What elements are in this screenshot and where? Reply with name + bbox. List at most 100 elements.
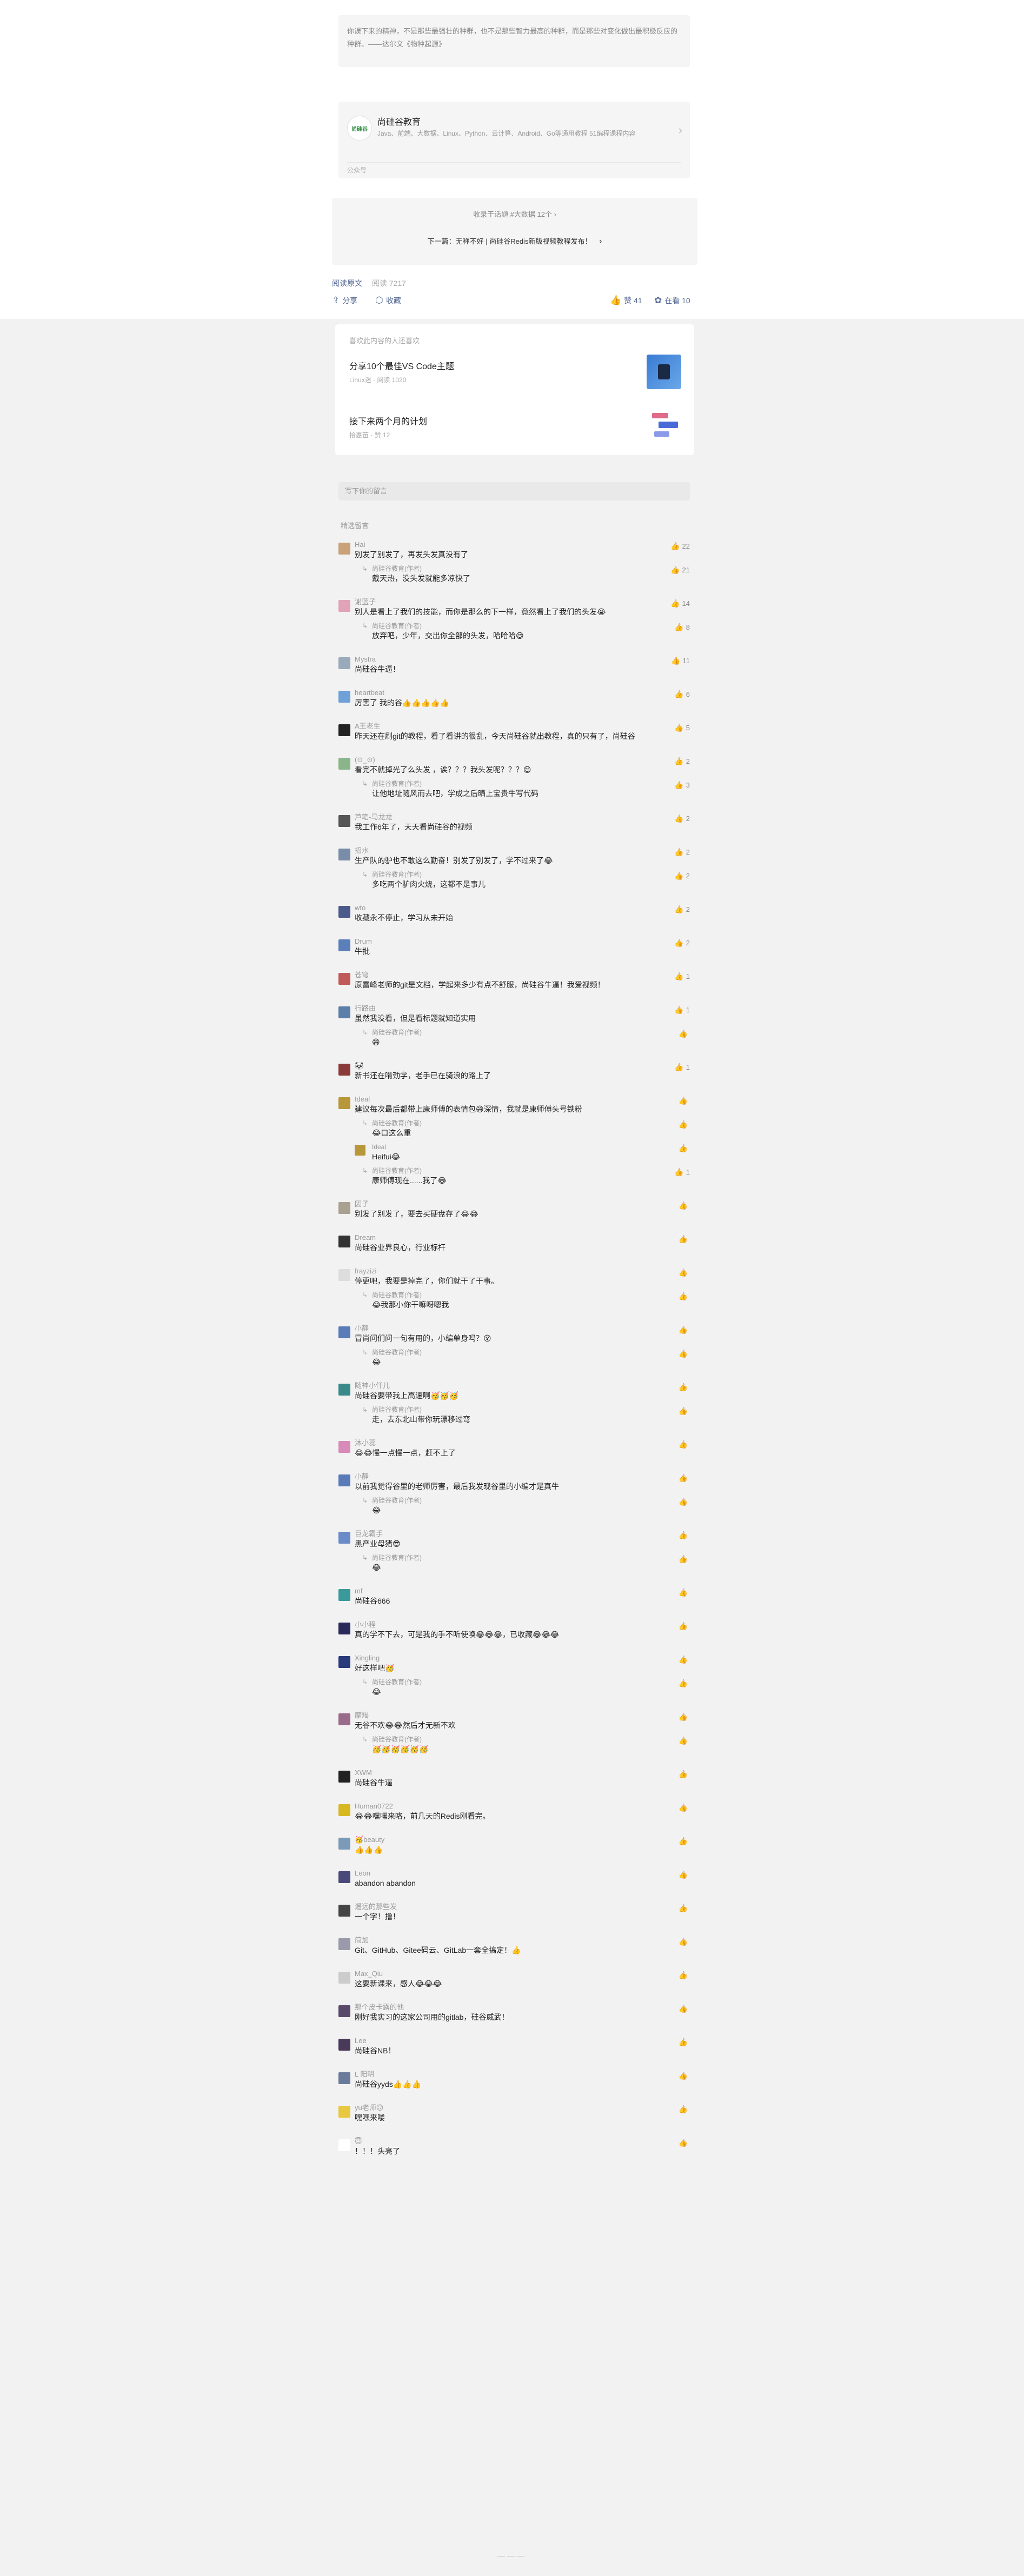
reply-like-button[interactable]: 👍 8: [674, 623, 690, 632]
favorite-button[interactable]: ⬡ 收藏: [375, 295, 401, 306]
avatar[interactable]: [338, 1064, 350, 1076]
comment-author[interactable]: 小静: [355, 1472, 690, 1481]
comment-author[interactable]: wto: [355, 904, 690, 912]
reply-like-button[interactable]: 👍 1: [674, 1167, 690, 1177]
reply-like-button[interactable]: 👍 3: [674, 780, 690, 790]
avatar[interactable]: [338, 1771, 350, 1783]
comment-like-button[interactable]: 👍: [679, 1325, 690, 1334]
comment-author[interactable]: mf: [355, 1587, 690, 1596]
comment-like-button[interactable]: 👍 2: [674, 905, 690, 914]
reply-like-button[interactable]: 👍: [679, 1120, 690, 1129]
avatar[interactable]: [338, 815, 350, 827]
comment-author[interactable]: Dream: [355, 1233, 690, 1242]
avatar[interactable]: [338, 1236, 350, 1247]
comment-like-button[interactable]: 👍: [679, 1588, 690, 1597]
comment-author[interactable]: 简加: [355, 1936, 690, 1945]
comment-author[interactable]: Ideal: [355, 1095, 690, 1104]
comment-like-button[interactable]: 👍: [679, 1096, 690, 1105]
read-original-link[interactable]: 阅读原文: [332, 279, 362, 288]
comment-like-button[interactable]: 👍 1: [674, 1063, 690, 1072]
avatar[interactable]: [338, 2039, 350, 2051]
comment-author[interactable]: 行路由: [355, 1004, 690, 1013]
avatar[interactable]: [338, 1097, 350, 1109]
comment-author[interactable]: 苍穹: [355, 971, 690, 979]
comment-like-button[interactable]: 👍: [679, 1937, 690, 1946]
comment-author[interactable]: Max_Qiu: [355, 1970, 690, 1978]
avatar[interactable]: [338, 1871, 350, 1883]
album-title-link[interactable]: 收录于话题 #大数据 12个 ›: [332, 209, 697, 219]
avatar[interactable]: [338, 543, 350, 555]
reply-like-button[interactable]: 👍: [679, 1497, 690, 1506]
avatar[interactable]: [338, 2072, 350, 2084]
comment-author[interactable]: 招水: [355, 846, 690, 855]
reply-like-button[interactable]: 👍: [679, 1349, 690, 1358]
comment-author[interactable]: Human0722: [355, 1802, 690, 1811]
comment-like-button[interactable]: 👍 1: [674, 972, 690, 981]
comment-author[interactable]: 芦笔-马龙龙: [355, 813, 690, 822]
comment-author[interactable]: 遥远的那些发: [355, 1903, 690, 1911]
comment-author[interactable]: 随神小仟儿: [355, 1382, 690, 1390]
comment-author[interactable]: XWM: [355, 1769, 690, 1777]
comment-like-button[interactable]: 👍: [679, 1473, 690, 1483]
like-button[interactable]: 👍 赞 41: [610, 295, 642, 306]
comment-like-button[interactable]: 👍 1: [674, 1005, 690, 1015]
comment-like-button[interactable]: 👍: [679, 1904, 690, 1913]
comment-author[interactable]: 小静: [355, 1324, 690, 1333]
comment-author[interactable]: Xingling: [355, 1654, 690, 1663]
reply-like-button[interactable]: 👍: [679, 1029, 690, 1038]
comment-like-button[interactable]: 👍: [679, 2004, 690, 2013]
comment-like-button[interactable]: 👍: [679, 1803, 690, 1812]
comment-author[interactable]: 因子: [355, 1200, 690, 1209]
comment-author[interactable]: (⊙_⊙): [355, 756, 690, 764]
comment-author[interactable]: yu老师🙃: [355, 2104, 690, 2112]
comment-author[interactable]: A王老生: [355, 722, 690, 731]
avatar[interactable]: [338, 2139, 350, 2151]
comment-like-button[interactable]: 👍: [679, 1971, 690, 1980]
comment-like-button[interactable]: 👍 6: [674, 690, 690, 699]
avatar[interactable]: [338, 758, 350, 770]
avatar[interactable]: [338, 1623, 350, 1634]
account-card[interactable]: 尚硅谷 尚硅谷教育 Java、前端、大数据、Linux、Python、云计算、A…: [338, 102, 690, 178]
related-item[interactable]: 接下来两个月的计划 拾惠苗 · 赞 12: [349, 410, 681, 452]
comment-like-button[interactable]: 👍: [679, 1712, 690, 1721]
comment-author[interactable]: frayzizi: [355, 1267, 690, 1276]
avatar[interactable]: [338, 1532, 350, 1544]
avatar[interactable]: [338, 1269, 350, 1281]
comment-like-button[interactable]: 👍 5: [674, 723, 690, 732]
comment-like-button[interactable]: 👍: [679, 1268, 690, 1277]
related-item[interactable]: 分享10个最佳VS Code主题 Linux迷 · 阅读 1020: [349, 355, 681, 397]
comment-like-button[interactable]: 👍 22: [670, 542, 690, 551]
comment-author[interactable]: 🥳beauty: [355, 1836, 690, 1844]
avatar[interactable]: [338, 939, 350, 951]
comment-like-button[interactable]: 👍: [679, 1870, 690, 1879]
comment-author[interactable]: 小小程: [355, 1620, 690, 1629]
comment-author[interactable]: 🐼: [355, 1062, 690, 1070]
share-button[interactable]: ⇪ 分享: [332, 295, 357, 306]
avatar[interactable]: [338, 1713, 350, 1725]
reply-like-button[interactable]: 👍 2: [674, 871, 690, 880]
avatar[interactable]: [338, 1384, 350, 1396]
reply-like-button[interactable]: 👍 21: [670, 565, 690, 575]
comment-author[interactable]: heartbeat: [355, 689, 690, 697]
avatar[interactable]: [338, 1938, 350, 1950]
comment-like-button[interactable]: 👍: [679, 2138, 690, 2147]
avatar[interactable]: [338, 849, 350, 860]
write-comment-input[interactable]: 写下你的留言: [338, 482, 690, 500]
avatar[interactable]: [338, 1838, 350, 1850]
comment-like-button[interactable]: 👍 2: [674, 814, 690, 823]
avatar[interactable]: [338, 1006, 350, 1018]
reply-like-button[interactable]: 👍: [679, 1679, 690, 1688]
comment-like-button[interactable]: 👍: [679, 2038, 690, 2047]
avatar[interactable]: [338, 1905, 350, 1917]
avatar[interactable]: [338, 1441, 350, 1453]
comment-author[interactable]: L 阳明: [355, 2070, 690, 2079]
comment-author[interactable]: Drum: [355, 937, 690, 946]
avatar[interactable]: [338, 973, 350, 985]
reply-like-button[interactable]: 👍: [679, 1144, 690, 1153]
comment-like-button[interactable]: 👍: [679, 1234, 690, 1244]
comment-author[interactable]: Lee: [355, 2037, 690, 2045]
comment-like-button[interactable]: 👍: [679, 1770, 690, 1779]
avatar[interactable]: [338, 906, 350, 918]
reply-like-button[interactable]: 👍: [679, 1292, 690, 1301]
comment-like-button[interactable]: 👍 2: [674, 938, 690, 947]
